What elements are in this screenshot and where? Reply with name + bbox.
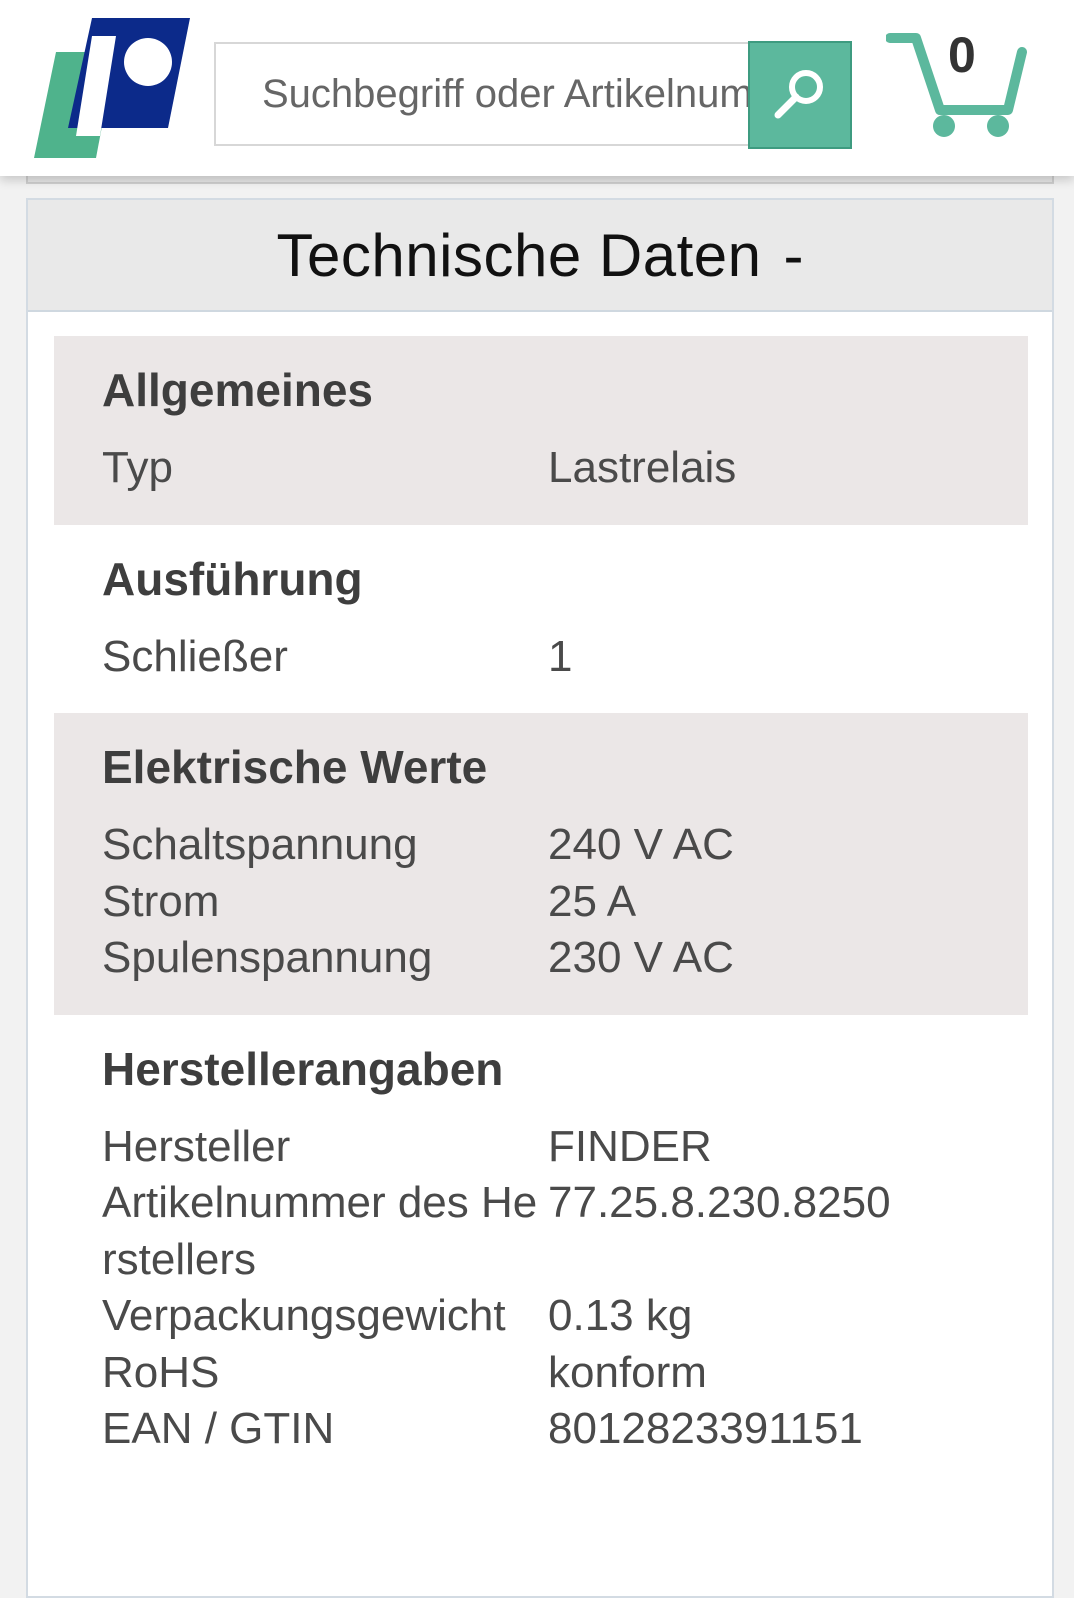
section-heading: Herstellerangaben — [102, 1042, 504, 1095]
spec-value: 8012823391151 — [548, 1404, 863, 1453]
spec-key: Artikelnummer des Herstellers — [102, 1178, 538, 1284]
spec-row: Typ Lastrelais — [102, 440, 1028, 497]
spec-key: Hersteller — [102, 1121, 291, 1171]
technical-data-panel: Technische Daten - Allgemeines Typ Lastr… — [26, 198, 1054, 1598]
site-header: 0 — [0, 0, 1074, 176]
spec-value: Lastrelais — [548, 443, 737, 492]
section-heading: Ausführung — [102, 552, 363, 605]
spec-value: FINDER — [548, 1121, 712, 1171]
section-heading: Allgemeines — [102, 364, 373, 416]
spec-row: EAN / GTIN 8012823391151 — [102, 1401, 1028, 1458]
spec-row: Spulenspannung 230 V AC — [102, 930, 1028, 987]
spec-row: Artikelnummer des Herstellers 77.25.8.23… — [102, 1175, 1028, 1288]
spec-value: 230 V AC — [548, 933, 734, 982]
collapse-icon: - — [783, 221, 804, 289]
spec-value: 240 V AC — [548, 820, 734, 869]
spec-key: Strom — [102, 876, 220, 926]
spec-value: 1 — [548, 631, 573, 681]
spec-value: 0.13 kg — [548, 1291, 693, 1340]
search-icon — [774, 70, 823, 119]
spec-section-allgemeines: Allgemeines Typ Lastrelais — [54, 336, 1028, 525]
cart-count-badge: 0 — [948, 27, 976, 83]
spec-key: Verpackungsgewicht — [102, 1291, 506, 1340]
spec-section-ausfuehrung: Ausführung Schließer 1 — [54, 525, 1028, 714]
spec-key: Typ — [102, 443, 173, 492]
spec-value: 77.25.8.230.8250 — [548, 1178, 891, 1227]
spec-value: konform — [548, 1347, 707, 1397]
spec-section-herstellerangaben: Herstellerangaben Hersteller FINDER Arti… — [54, 1015, 1028, 1486]
spec-key: Spulenspannung — [102, 933, 433, 982]
spec-row: RoHS konform — [102, 1345, 1028, 1402]
search-input[interactable] — [214, 42, 754, 146]
panel-title: Technische Daten — [276, 221, 762, 289]
spec-row: Strom 25 A — [102, 874, 1028, 931]
spec-key: EAN / GTIN — [102, 1404, 335, 1453]
spec-key: Schließer — [102, 631, 288, 681]
spec-value: 25 A — [548, 876, 637, 926]
spec-row: Hersteller FINDER — [102, 1119, 1028, 1176]
spec-row: Schließer 1 — [102, 629, 1028, 686]
spec-key: Schaltspannung — [102, 820, 418, 869]
spec-sections: Allgemeines Typ Lastrelais Ausführung Sc… — [54, 336, 1028, 1486]
technical-data-toggle[interactable]: Technische Daten - — [28, 200, 1052, 312]
spec-key: RoHS — [102, 1347, 220, 1397]
brand-logo[interactable] — [30, 16, 192, 162]
spec-section-elektrische-werte: Elektrische Werte Schaltspannung 240 V A… — [54, 713, 1028, 1015]
search-button[interactable] — [748, 41, 852, 149]
spec-row: Schaltspannung 240 V AC — [102, 817, 1028, 874]
section-heading: Elektrische Werte — [102, 741, 488, 793]
spec-row: Verpackungsgewicht 0.13 kg — [102, 1288, 1028, 1345]
cart-button[interactable]: 0 — [885, 26, 1036, 144]
